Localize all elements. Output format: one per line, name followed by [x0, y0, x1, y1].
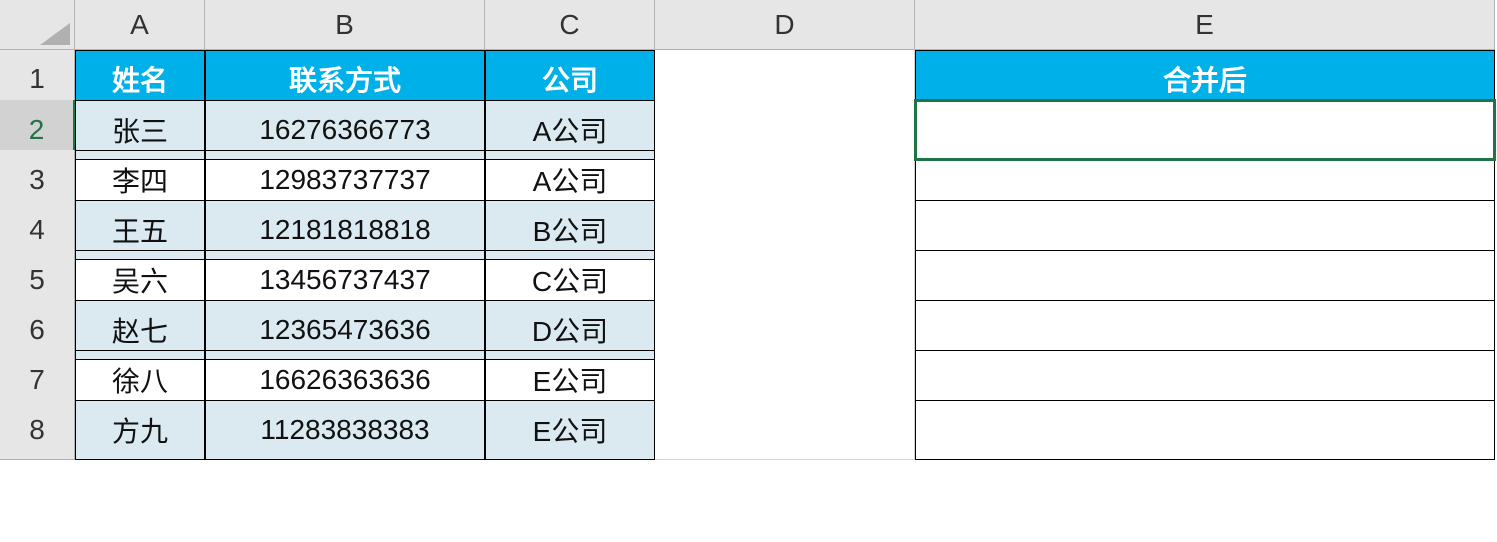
cell-B8[interactable]: 11283838383 [205, 400, 485, 460]
col-header-D[interactable]: D [655, 0, 915, 50]
cell-E2[interactable] [915, 100, 1495, 160]
col-header-E[interactable]: E [915, 0, 1495, 50]
col-header-B[interactable]: B [205, 0, 485, 50]
cell-D8[interactable] [655, 400, 915, 460]
cell-C8[interactable]: E公司 [485, 400, 655, 460]
spreadsheet: A B C D E 1 姓名 联系方式 公司 合并后 2 张三 16276366… [0, 0, 1497, 450]
cell-E8[interactable] [915, 400, 1495, 460]
col-header-C[interactable]: C [485, 0, 655, 50]
col-header-A[interactable]: A [75, 0, 205, 50]
select-all-corner[interactable] [0, 0, 75, 50]
cell-A8[interactable]: 方九 [75, 400, 205, 460]
row-header-8[interactable]: 8 [0, 400, 75, 460]
